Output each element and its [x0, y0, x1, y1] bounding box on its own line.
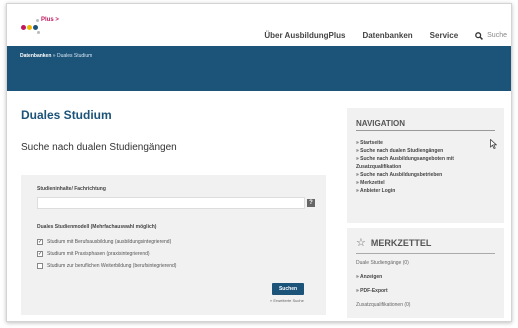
merkzettel-dual-count: Duale Studiengänge (0) — [356, 260, 409, 266]
site-header: Plus > Über AusbildungPlus Datenbanken S… — [7, 4, 511, 46]
checkbox-checked[interactable]: ✓ — [37, 251, 43, 257]
help-icon[interactable]: ? — [307, 199, 315, 207]
nav-item-datenbanken[interactable]: Datenbanken — [362, 31, 412, 40]
sidebar-item-ausbildungsbetriebe[interactable]: » Suche nach Ausbildungsbetrieben — [356, 171, 486, 179]
mouse-cursor-icon — [490, 138, 498, 151]
model-label: Duales Studienmodell (Mehrfachauswahl mö… — [37, 224, 157, 230]
logo-text: Plus > — [41, 17, 59, 23]
logo-dot-icon — [33, 25, 38, 30]
sidebar-nav-title: NAVIGATION — [356, 119, 406, 128]
sidebar-item-merkzettel[interactable]: » Merkzettel — [356, 179, 486, 187]
ausbildungplus-logo[interactable]: Plus > — [21, 17, 65, 37]
sidebar-item-zusatzqualifikation[interactable]: » Suche nach Ausbildungsangeboten mit Zu… — [356, 155, 486, 171]
section-subtitle: Suche nach dualen Studiengängen — [21, 142, 177, 153]
nav-item-ueber[interactable]: Über AusbildungPlus — [264, 31, 345, 40]
search-form: Studieninhalte/ Fachrichtung ? Duales St… — [21, 175, 326, 315]
nav-item-service[interactable]: Service — [430, 31, 458, 40]
option-berufsintegrierend[interactable]: Studium zur beruflichen Weiterbildung (b… — [37, 263, 176, 269]
logo-dot-icon — [27, 25, 32, 30]
merkzettel-panel: ☆ MERKZETTEL Duale Studiengänge (0) » An… — [347, 228, 504, 318]
option-label: Studium mit Berufsausbildung (ausbildung… — [47, 239, 172, 245]
merkzettel-pdf-link[interactable]: » PDF-Export — [356, 288, 388, 294]
sidebar-nav-list: » Startseite » Suche nach dualen Studien… — [356, 139, 486, 195]
option-praxisintegrierend[interactable]: ✓ Studium mit Praxisphasen (praxisintegr… — [37, 251, 150, 257]
page-banner: Datenbanken » Duales Studium — [7, 46, 511, 91]
study-field-input[interactable] — [37, 197, 305, 209]
sidebar-item-studiengaenge[interactable]: » Suche nach dualen Studiengängen — [356, 147, 486, 155]
breadcrumb-current: Duales Studium — [56, 53, 93, 59]
field-label: Studieninhalte/ Fachrichtung — [37, 186, 106, 192]
sidebar-item-startseite[interactable]: » Startseite — [356, 139, 486, 147]
breadcrumb-link-datenbanken[interactable]: Datenbanken — [20, 53, 51, 59]
browser-viewport: Plus > Über AusbildungPlus Datenbanken S… — [6, 3, 512, 322]
divider — [356, 253, 495, 254]
breadcrumb: Datenbanken » Duales Studium — [20, 53, 92, 59]
checkbox-unchecked[interactable] — [37, 263, 43, 269]
sidebar-item-anbieter-login[interactable]: » Anbieter Login — [356, 187, 486, 195]
merkzettel-zusatz-count: Zusatzqualifikationen (0) — [356, 302, 411, 308]
option-ausbildungsintegrierend[interactable]: ✓ Studium mit Berufsausbildung (ausbildu… — [37, 239, 171, 245]
sidebar-navigation: NAVIGATION » Startseite » Suche nach dua… — [347, 108, 504, 223]
advanced-search-link[interactable]: » Erweiterte Suche — [270, 298, 304, 303]
merkzettel-title-row: ☆ MERKZETTEL — [356, 236, 431, 249]
star-icon: ☆ — [356, 237, 366, 249]
search-icon — [475, 31, 484, 40]
option-label: Studium zur beruflichen Weiterbildung (b… — [47, 263, 177, 269]
logo-dot-icon — [36, 19, 39, 22]
divider — [356, 130, 495, 131]
checkbox-checked[interactable]: ✓ — [37, 239, 43, 245]
top-navigation: Über AusbildungPlus Datenbanken Service … — [264, 31, 511, 40]
logo-dot-icon — [37, 31, 40, 34]
merkzettel-show-link[interactable]: » Anzeigen — [356, 274, 382, 280]
option-label: Studium mit Praxisphasen (praxisintegrie… — [47, 251, 150, 257]
merkzettel-title: MERKZETTEL — [370, 237, 432, 248]
logo-dot-icon — [21, 25, 26, 30]
search-label: Suche — [487, 32, 507, 39]
search-toggle[interactable]: Suche — [475, 31, 507, 40]
search-submit-button[interactable]: Suchen — [272, 283, 304, 295]
page-title: Duales Studium — [21, 108, 112, 122]
